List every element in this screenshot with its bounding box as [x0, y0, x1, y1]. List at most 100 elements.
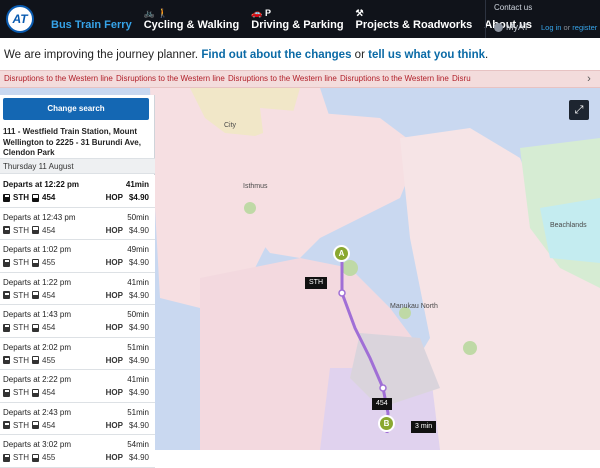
journey-option[interactable]: Departs at 12:22 pm 41min STH 454 HOP $4.90 [0, 175, 155, 208]
notice-text: We are improving the journey planner. [4, 49, 199, 61]
fare: HOP $4.90 [106, 323, 149, 332]
myat-label: MyAT [494, 22, 529, 32]
bus-route: 454 [42, 323, 56, 332]
train-sth-tag: STH [305, 277, 327, 289]
fare-price: $4.90 [128, 193, 149, 202]
bus-route: 454 [42, 290, 56, 300]
disruption-link[interactable]: Disruptions to the Western line [4, 74, 116, 83]
find-out-changes-link[interactable]: Find out about the changes [201, 49, 351, 61]
route-stop [379, 384, 387, 392]
journey-option[interactable]: Departs at 12:43 pm 50min STH 454 HOP $4.90 [0, 207, 155, 240]
top-navigation-bar: AT Bus Train Ferry 🚲 🚶 Cycling & Walking… [0, 0, 600, 38]
fare-type: HOP [105, 193, 123, 202]
fare-price: $4.90 [128, 258, 149, 267]
nav-projects-roadworks[interactable]: ⚒ Projects & Roadworks [350, 4, 479, 34]
bus-icon [32, 356, 39, 364]
change-search-button[interactable]: Change search [3, 98, 149, 120]
fare-type: HOP [105, 323, 123, 332]
journey-option[interactable]: Departs at 1:43 pm 50min STH 454 HOP $4.90 [0, 305, 155, 338]
ticker-next-icon[interactable]: › [582, 72, 596, 86]
journey-option[interactable]: Departs at 2:43 pm 51min STH 454 HOP $4.90 [0, 402, 155, 435]
journey-option[interactable]: Departs at 2:02 pm 51min STH 455 HOP $4.90 [0, 337, 155, 370]
disruption-link[interactable]: Disruptions to the Western line [340, 74, 452, 83]
park [463, 341, 477, 355]
nav-driving-parking[interactable]: 🚗 P Driving & Parking [245, 4, 349, 34]
bus-icon [32, 291, 39, 299]
bus-route: 455 [42, 355, 56, 365]
fare: HOP $4.90 [106, 226, 149, 235]
or-text: or [563, 23, 571, 32]
journey-option[interactable]: Departs at 2:22 pm 41min STH 454 HOP $4.90 [0, 370, 155, 403]
disruption-link[interactable]: Disruptions to the Western line [228, 74, 340, 83]
myat-text: MyAT [506, 22, 529, 32]
map-label-isthmus: Isthmus [243, 183, 268, 190]
nav-cycling-walking[interactable]: 🚲 🚶 Cycling & Walking [138, 4, 246, 34]
fare-price: $4.90 [128, 225, 149, 235]
trip-duration: 41min [127, 375, 149, 384]
journey-planner-notice: We are improving the journey planner. Fi… [0, 38, 600, 70]
trip-duration: 49min [127, 245, 149, 254]
disruption-link[interactable]: Disru [452, 74, 502, 83]
nav-label: Bus Train Ferry [51, 19, 132, 31]
bike-walk-icon: 🚲 🚶 [143, 8, 169, 18]
route-description: 111 - Westfield Train Station, Mount Wel… [3, 127, 141, 157]
bus-icon [32, 388, 39, 397]
fare-type: HOP [105, 388, 123, 397]
transport-modes: STH 455 [3, 258, 55, 267]
trip-duration: 41min [125, 180, 149, 189]
trip-duration: 51min [127, 407, 149, 417]
transport-modes: STH 454 [3, 193, 55, 202]
fare: HOP $4.90 [106, 258, 149, 267]
nav-bus-train-ferry[interactable]: Bus Train Ferry [45, 4, 138, 34]
journey-option[interactable]: Departs at 1:22 pm 41min STH 454 HOP $4.90 [0, 272, 155, 305]
login-link[interactable]: Log in [541, 23, 561, 32]
journey-option[interactable]: Departs at 1:02 pm 49min STH 455 HOP $4.90 [0, 240, 155, 273]
bus-route: 454 [42, 420, 56, 430]
fare-type: HOP [105, 290, 123, 300]
fullscreen-icon[interactable]: ⤢ [569, 100, 589, 120]
car-parking-icon: 🚗 P [251, 8, 271, 18]
train-line: STH [13, 323, 29, 332]
transport-modes: STH 455 [3, 356, 55, 365]
start-marker-a[interactable]: A [333, 245, 350, 262]
fare-price: $4.90 [128, 355, 149, 365]
route-stop [338, 289, 346, 297]
fare-price: $4.90 [128, 323, 149, 332]
bus-icon [32, 258, 39, 267]
walk-time-tag: 3 min [411, 421, 437, 433]
bus-icon [32, 421, 39, 429]
at-logo[interactable]: AT [6, 5, 34, 33]
train-icon [3, 226, 10, 234]
bus-route: 455 [42, 258, 56, 267]
contact-us-link[interactable]: Contact us [494, 3, 532, 12]
train-icon [3, 323, 10, 332]
bus-icon [32, 226, 39, 234]
fare-price: $4.90 [128, 388, 149, 397]
notice-suffix: . [485, 49, 489, 61]
train-line: STH [13, 258, 29, 267]
train-line: STH [13, 388, 29, 397]
train-line: STH [13, 290, 29, 300]
nav-label: Projects & Roadworks [355, 19, 473, 31]
fare: HOP $4.90 [106, 388, 149, 397]
logo-text: AT [12, 12, 28, 26]
end-marker-b[interactable]: B [378, 415, 395, 432]
train-icon [3, 291, 10, 299]
notice-or: or [354, 49, 365, 61]
departure-time: Departs at 2:43 pm [3, 407, 72, 417]
register-link[interactable]: register [572, 23, 597, 32]
train-sth-label: STH [309, 279, 323, 286]
train-line: STH [13, 420, 29, 430]
journey-option[interactable]: Departs at 3:02 pm 54min STH 455 HOP $4.90 [0, 435, 155, 468]
login-register: Log in or register [541, 23, 597, 32]
disruptions-ticker: Disruptions to the Western line Disrupti… [0, 70, 600, 88]
trip-duration: 50min [127, 310, 149, 319]
disruption-link[interactable]: Disruptions to the Western line [116, 74, 228, 83]
transport-modes: STH 454 [3, 323, 55, 332]
fare-type: HOP [105, 453, 123, 462]
departure-time: Departs at 2:02 pm [3, 342, 72, 352]
train-line: STH [13, 225, 29, 235]
bus-454-tag: 454 [372, 398, 392, 410]
tell-us-link[interactable]: tell us what you think [368, 49, 485, 61]
tools-icon: ⚒ [355, 8, 364, 18]
